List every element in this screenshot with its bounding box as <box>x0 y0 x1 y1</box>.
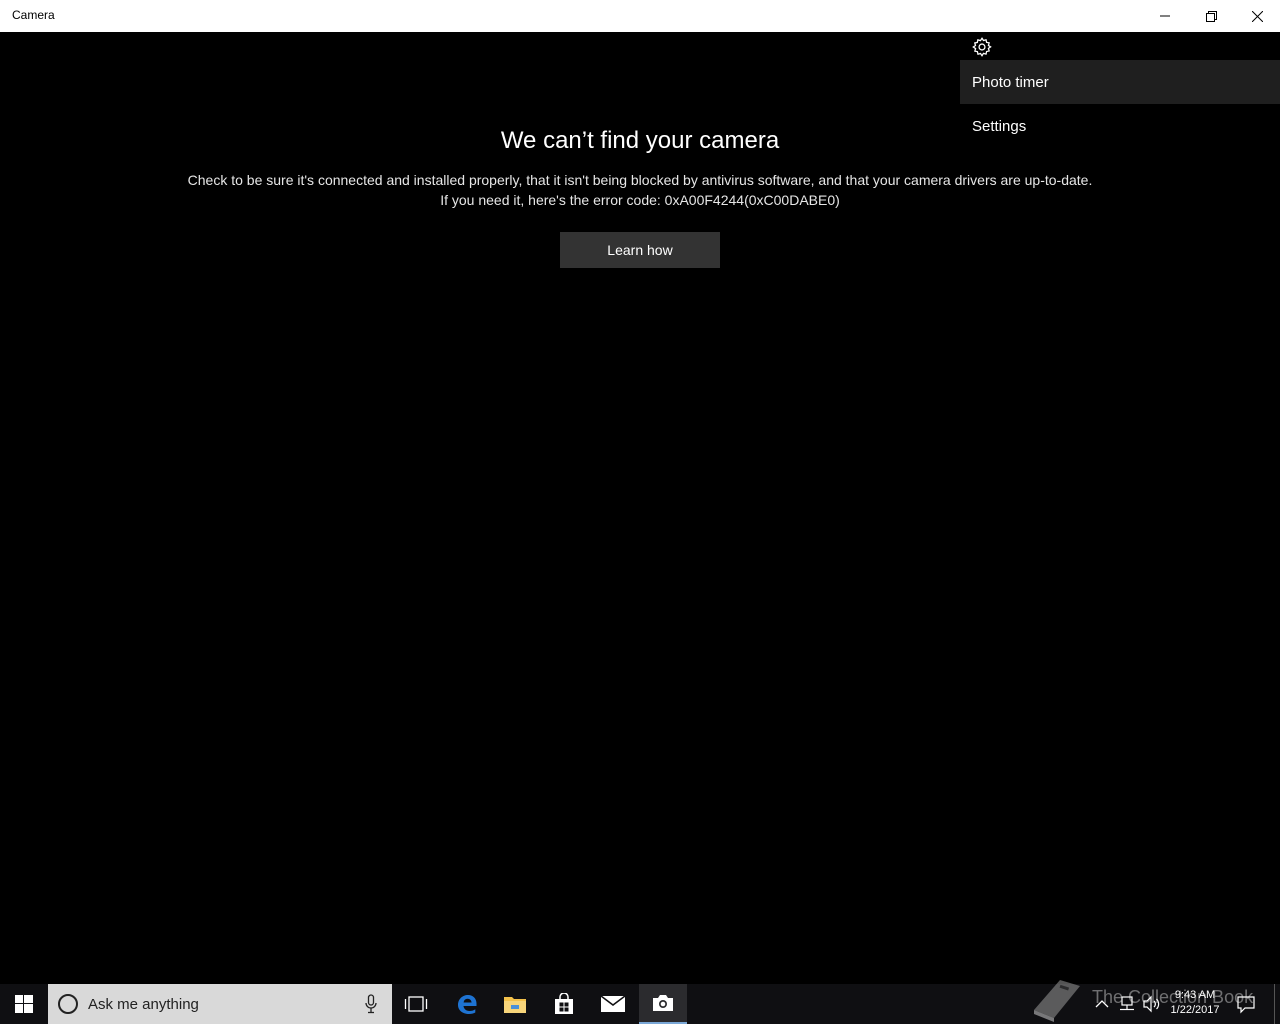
volume-icon[interactable] <box>1142 994 1162 1014</box>
restore-icon <box>1205 10 1217 22</box>
taskbar: The Collection Book 9:43 AM 1/22/2017 <box>0 980 1280 1024</box>
network-icon[interactable] <box>1118 994 1136 1014</box>
book-icon <box>1034 980 1080 1022</box>
menu-item-label: Settings <box>972 117 1027 135</box>
clock-time: 9:43 AM <box>1174 989 1216 1001</box>
cortana-icon <box>58 994 78 1014</box>
error-message-line-1: Check to be sure it's connected and inst… <box>187 172 1093 188</box>
minimize-button[interactable] <box>1142 0 1188 32</box>
restore-button[interactable] <box>1188 0 1234 32</box>
clock-date: 1/22/2017 <box>1170 1004 1220 1016</box>
title-bar: Camera <box>0 0 1280 32</box>
error-code-line: If you need it, here's the error code: 0… <box>440 192 840 208</box>
menu-item-label: Photo timer <box>972 73 1049 91</box>
learn-how-button[interactable]: Learn how <box>560 232 720 268</box>
chevron-up-icon[interactable] <box>1094 994 1110 1014</box>
minimize-icon <box>1160 15 1170 17</box>
menu-item-photo-timer[interactable]: Photo timer <box>960 60 1280 104</box>
search-box[interactable] <box>48 984 392 1024</box>
folder-icon <box>504 997 526 1013</box>
close-button[interactable] <box>1234 0 1280 32</box>
window-title: Camera <box>12 8 55 22</box>
menu-item-settings[interactable]: Settings <box>960 104 1280 148</box>
taskbar-file-explorer[interactable] <box>491 984 539 1024</box>
task-view-icon <box>404 996 428 1012</box>
close-icon <box>1251 10 1263 22</box>
mail-envelope-icon <box>600 995 626 1012</box>
settings-flyout: Photo timer Settings <box>960 32 1280 148</box>
action-center-icon[interactable] <box>1236 994 1256 1014</box>
task-view-button[interactable] <box>392 984 440 1024</box>
store-bag-icon <box>555 993 573 1014</box>
show-desktop-button[interactable] <box>1274 984 1280 1024</box>
taskbar-camera[interactable] <box>639 984 687 1024</box>
taskbar-mail[interactable] <box>589 984 637 1024</box>
system-clock[interactable]: 9:43 AM 1/22/2017 <box>1164 988 1226 1018</box>
search-input[interactable] <box>88 992 348 1016</box>
windows-logo-icon <box>15 995 33 1013</box>
camera-icon <box>653 995 673 1011</box>
gear-icon[interactable] <box>971 36 993 58</box>
error-message: Check to be sure it's connected and inst… <box>0 170 1280 210</box>
taskbar-edge[interactable] <box>443 984 491 1024</box>
taskbar-store[interactable] <box>540 984 588 1024</box>
camera-app-view: We can’t find your camera Check to be su… <box>0 32 1280 984</box>
start-button[interactable] <box>0 984 48 1024</box>
edge-browser-icon <box>458 995 477 1014</box>
microphone-icon[interactable] <box>364 994 378 1014</box>
